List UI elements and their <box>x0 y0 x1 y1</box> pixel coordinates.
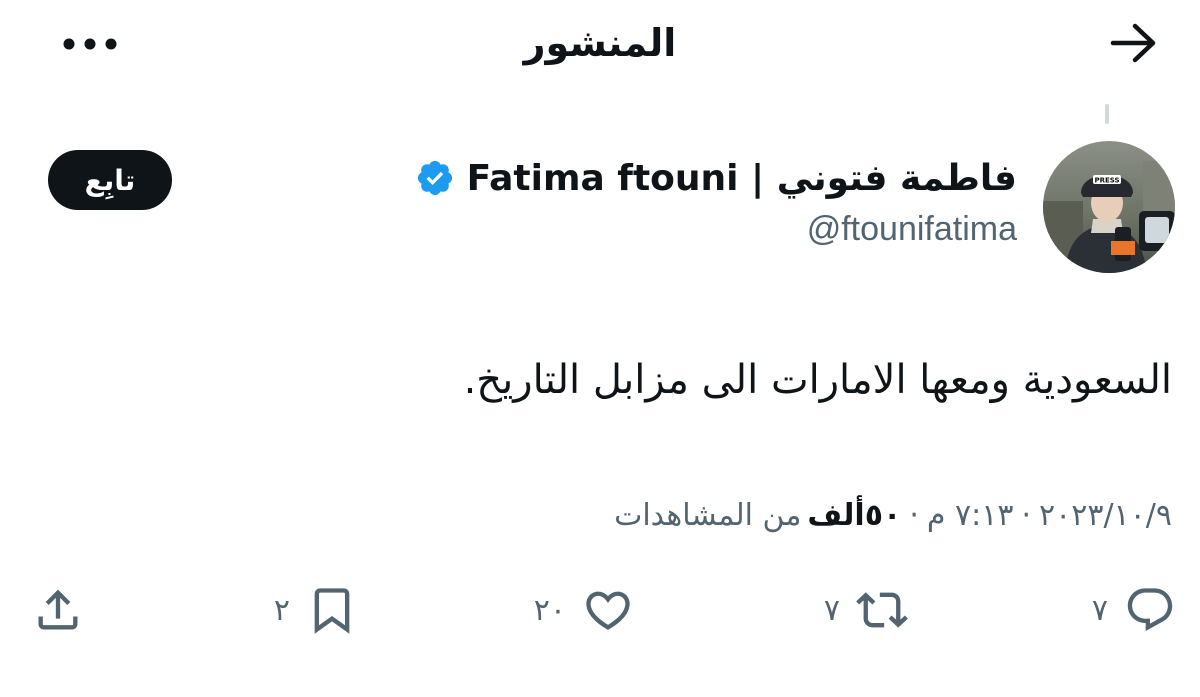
views-label: من المشاهدات <box>614 497 802 533</box>
author-display-name[interactable]: فاطمة فتوني | Fatima ftouni <box>467 158 1017 199</box>
share-button[interactable] <box>32 580 88 640</box>
avatar-press-badge: PRESS <box>1094 177 1119 185</box>
reply-button[interactable]: ٧ <box>1092 580 1176 640</box>
bookmark-count: ٢ <box>273 592 290 628</box>
like-count: ٢٠ <box>533 592 566 628</box>
tweet-time[interactable]: ٧:١٣ م <box>927 498 1014 533</box>
retweet-count: ٧ <box>823 592 840 628</box>
reply-count: ٧ <box>1091 592 1108 628</box>
bookmark-icon <box>306 584 358 636</box>
page-title: المنشور <box>523 21 677 65</box>
follow-button[interactable]: تابِع <box>48 150 172 210</box>
meta-separator: · <box>1021 497 1031 533</box>
author-name-row[interactable]: فاطمة فتوني | Fatima ftouni <box>415 150 1017 206</box>
retweet-button[interactable]: ٧ <box>824 580 908 640</box>
views-count: ٥٠ألف <box>807 497 902 533</box>
back-arrow-icon[interactable] <box>1105 18 1161 68</box>
reply-icon <box>1124 584 1176 636</box>
more-options-icon[interactable] <box>60 26 120 62</box>
avatar[interactable]: PRESS <box>1043 141 1175 273</box>
thread-connector-line <box>1105 104 1109 124</box>
retweet-icon <box>856 584 908 636</box>
bookmark-button[interactable]: ٢ <box>274 580 358 640</box>
tweet-text: السعودية ومعها الامارات الى مزابل التاري… <box>463 357 1172 403</box>
meta-separator: · <box>909 497 919 533</box>
views-count-group[interactable]: ٥٠ألف من المشاهدات <box>614 498 901 533</box>
tweet-meta: ٢٠٢٣/١٠/٩ · ٧:١٣ م · ٥٠ألف من المشاهدات <box>614 490 1172 540</box>
author-handle[interactable]: @ftounifatima <box>807 210 1017 249</box>
like-button[interactable]: ٢٠ <box>534 580 634 640</box>
tweet-date[interactable]: ٢٠٢٣/١٠/٩ <box>1039 498 1172 533</box>
heart-icon <box>582 584 634 636</box>
verified-badge-icon <box>415 158 455 198</box>
share-icon <box>32 584 88 636</box>
